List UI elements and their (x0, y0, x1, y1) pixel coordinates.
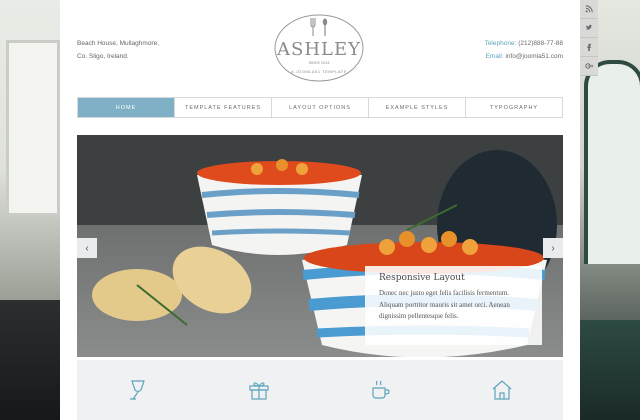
chevron-left-icon: ‹ (85, 242, 89, 254)
wine-glass-icon (129, 380, 145, 400)
slider-caption-title: Responsive Layout (379, 273, 465, 283)
chevron-right-icon: › (551, 242, 555, 254)
logo-since: SINCE 2014 (308, 61, 329, 65)
facebook-icon[interactable] (580, 38, 598, 57)
feature-house[interactable] (442, 360, 564, 420)
site-logo[interactable]: ASHLEY SINCE 2014 A JOOMLA51 TEMPLATE (269, 12, 369, 84)
slider-next-button[interactable]: › (543, 238, 563, 258)
background-bench (0, 300, 60, 420)
background-sofa (580, 320, 640, 420)
slider-caption: Responsive Layout Donec nec justo eget f… (365, 266, 542, 345)
header-contact: Telephone: (212)888-77-88 Email: info@jo… (485, 37, 563, 63)
nav-item-typography[interactable]: Typography (465, 98, 562, 117)
telephone-label: Telephone: (484, 40, 517, 47)
house-icon (492, 380, 512, 400)
feature-gift[interactable] (199, 360, 321, 420)
slider-caption-text: Donec nec justo eget felis facilisis fer… (379, 289, 510, 320)
background-left-scene (0, 0, 60, 420)
logo-name: ASHLEY (276, 39, 361, 60)
feature-coffee[interactable] (320, 360, 442, 420)
background-arch-window (584, 60, 640, 264)
telephone-value[interactable]: (212)888-77-88 (518, 40, 563, 47)
hero-slider: ‹ › Responsive Layout Donec nec justo eg… (77, 135, 563, 357)
address-line-1: Beach House, Mullaghmore, (77, 40, 160, 47)
nav-item-home[interactable]: Home (78, 98, 174, 117)
google-plus-icon[interactable] (580, 57, 598, 76)
email-value[interactable]: info@joomla51.com (505, 53, 563, 60)
telephone-line: Telephone: (212)888-77-88 (485, 37, 563, 50)
coffee-cup-icon (372, 380, 390, 399)
features-row (77, 360, 563, 420)
feature-wine[interactable] (77, 360, 199, 420)
social-sidebar (580, 0, 598, 76)
slider-prev-button[interactable]: ‹ (77, 238, 97, 258)
email-label: Email: (485, 53, 504, 60)
nav-item-template-features[interactable]: Template Features (174, 98, 271, 117)
nav-item-example-styles[interactable]: Example Styles (368, 98, 465, 117)
rss-icon[interactable] (580, 0, 598, 19)
address-line-2: Co. Sligo, Ireland. (77, 53, 129, 60)
email-line: Email: info@joomla51.com (485, 50, 563, 63)
gift-icon (249, 382, 269, 400)
twitter-icon[interactable] (580, 19, 598, 38)
nav-item-layout-options[interactable]: Layout Options (271, 98, 368, 117)
background-window (6, 40, 60, 216)
page-container: Beach House, Mullaghmore, Co. Sligo, Ire… (60, 0, 580, 420)
main-nav: Home Template Features Layout Options Ex… (77, 97, 563, 118)
header-address: Beach House, Mullaghmore, Co. Sligo, Ire… (77, 37, 159, 63)
logo-tagline: A JOOMLA51 TEMPLATE (291, 69, 347, 74)
